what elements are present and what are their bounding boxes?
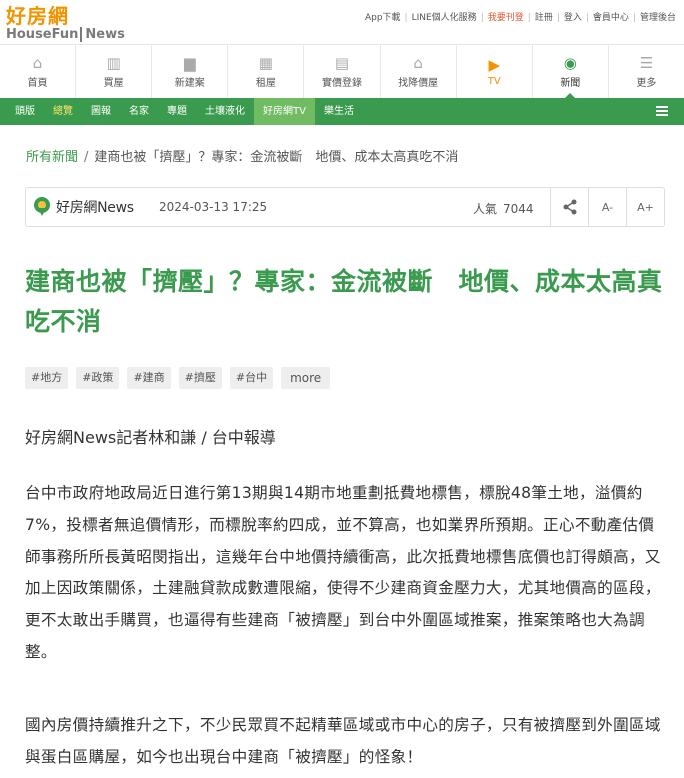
top-links: App下載 | LINE個人化服務 | 我要刊登 | 註冊 | 登入 | 會員中心 | 管理後台 bbox=[364, 13, 676, 23]
more-lines-icon: ☰ bbox=[639, 54, 654, 72]
logo-english: HouseFun News bbox=[6, 27, 125, 42]
article-paragraph: 國內房價持續推升之下，不少民眾買不起精華區域或市中心的房子，只有被擠壓到外圍區域… bbox=[25, 716, 661, 766]
rent-building-icon: ▦ bbox=[258, 54, 273, 72]
views-number: 7044 bbox=[503, 202, 534, 216]
share-icon bbox=[563, 199, 576, 215]
breadcrumb-all-news[interactable]: 所有新聞 bbox=[26, 150, 78, 165]
logo-chinese: 好房網 bbox=[6, 4, 69, 28]
source-name: 好房網News bbox=[56, 200, 134, 216]
site-logo[interactable]: 好房網 HouseFun News bbox=[6, 4, 125, 42]
view-count: 人氣 7044 bbox=[473, 200, 534, 217]
nav-more-label: 更多 bbox=[636, 78, 657, 89]
nav-rent[interactable]: ▦ 租屋 bbox=[228, 45, 305, 98]
toplink-app-download[interactable]: App下載 bbox=[365, 13, 401, 23]
subnav-columnists[interactable]: 名家 bbox=[120, 98, 158, 125]
price-drop-house-icon: ⌂ bbox=[413, 54, 423, 72]
nav-price-drop[interactable]: ⌂ 找降價屋 bbox=[381, 45, 457, 98]
subnav-graphics[interactable]: 圖報 bbox=[82, 98, 120, 125]
toplink-line-service[interactable]: LINE個人化服務 bbox=[412, 13, 477, 23]
buildings-icon: ▆ bbox=[184, 54, 196, 72]
toplink-register[interactable]: 註冊 bbox=[535, 13, 553, 23]
nav-price-register-label: 實價登錄 bbox=[321, 78, 362, 89]
location-pin-icon bbox=[34, 197, 50, 217]
nav-more[interactable]: ☰ 更多 bbox=[609, 45, 684, 98]
subnav-features[interactable]: 專題 bbox=[158, 98, 196, 125]
breadcrumb-separator: / bbox=[84, 150, 89, 165]
subnav-lifestyle[interactable]: 樂生活 bbox=[315, 98, 363, 125]
nav-price-register[interactable]: ▤ 實價登錄 bbox=[304, 45, 381, 98]
font-decrease-button[interactable]: A- bbox=[588, 188, 626, 226]
nav-price-drop-label: 找降價屋 bbox=[398, 78, 439, 89]
toplink-member-center[interactable]: 會員中心 bbox=[593, 13, 629, 23]
subnav-overview[interactable]: 總覽 bbox=[44, 98, 82, 125]
rss-icon: ◉ bbox=[563, 54, 577, 72]
menu-icon[interactable] bbox=[656, 106, 668, 117]
breadcrumb-current: 建商也被「擠壓」？專家：金流被斷 地價、成本太高真吃不消 bbox=[94, 150, 459, 165]
nav-new-projects-label: 新建案 bbox=[174, 78, 205, 89]
article-meta-bar: 好房網News 2024-03-13 17:25 人氣 7044 A- A+ bbox=[25, 187, 665, 227]
nav-rent-label: 租屋 bbox=[255, 78, 276, 89]
nav-news[interactable]: ◉ 新聞 bbox=[533, 45, 609, 99]
sub-nav: 頭版 總覽 圖報 名家 專題 土壤液化 好房網TV 樂生活 bbox=[0, 98, 684, 125]
tag-policy[interactable]: #政策 bbox=[76, 367, 120, 389]
font-increase-button[interactable]: A+ bbox=[626, 188, 664, 226]
subnav-front-page[interactable]: 頭版 bbox=[6, 98, 44, 125]
nav-buy[interactable]: ▥ 買屋 bbox=[76, 45, 153, 98]
tag-taichung[interactable]: #台中 bbox=[229, 367, 274, 389]
toplink-login[interactable]: 登入 bbox=[564, 13, 582, 23]
buy-house-icon: ▥ bbox=[106, 54, 121, 72]
publish-date: 2024-03-13 17:25 bbox=[159, 200, 268, 214]
nav-news-label: 新聞 bbox=[560, 78, 581, 89]
source: 好房網News bbox=[34, 197, 134, 217]
price-register-icon: ▤ bbox=[334, 54, 350, 72]
subnav-soil-liquefaction[interactable]: 土壤液化 bbox=[196, 98, 254, 125]
tag-squeeze[interactable]: #擠壓 bbox=[178, 367, 222, 389]
nav-new-projects[interactable]: ▆ 新建案 bbox=[152, 45, 229, 98]
nav-tv[interactable]: ▶ TV bbox=[457, 45, 533, 98]
views-label: 人氣 bbox=[473, 202, 498, 216]
logo-housefun: HouseFun bbox=[6, 27, 79, 42]
tags-more-button[interactable]: more bbox=[281, 367, 331, 389]
main-nav: ⌂ 首頁 ▥ 買屋 ▆ 新建案 ▦ 租屋 ▤ 實價登錄 ⌂ 找降價屋 ▶ TV ◉ 新聞 ☰ 更多 bbox=[0, 44, 684, 99]
toplink-post-listing[interactable]: 我要刊登 bbox=[488, 13, 524, 23]
subnav-housefun-tv[interactable]: 好房網TV bbox=[254, 98, 315, 125]
nav-tv-label: TV bbox=[487, 76, 501, 87]
top-bar: 好房網 HouseFun News App下載 | LINE個人化服務 | 我要刊登 | 註冊… bbox=[0, 0, 684, 44]
toplink-admin[interactable]: 管理後台 bbox=[640, 13, 676, 23]
breadcrumb: 所有新聞 / 建商也被「擠壓」？專家：金流被斷 地價、成本太高真吃不消 bbox=[26, 146, 458, 165]
nav-home-label: 首頁 bbox=[27, 78, 48, 89]
article-byline: 好房網News記者林和謙 / 台中報導 bbox=[25, 428, 276, 447]
share-button[interactable] bbox=[550, 188, 588, 226]
home-icon: ⌂ bbox=[32, 54, 43, 72]
tag-builder[interactable]: #建商 bbox=[127, 367, 171, 389]
tag-local[interactable]: #地方 bbox=[25, 367, 69, 389]
logo-news: News bbox=[80, 27, 125, 42]
play-icon: ▶ bbox=[488, 56, 500, 74]
nav-home[interactable]: ⌂ 首頁 bbox=[0, 45, 77, 98]
nav-buy-label: 買屋 bbox=[103, 78, 124, 89]
tag-list: #地方 #政策 #建商 #擠壓 #台中 more bbox=[25, 367, 338, 389]
article-title: 建商也被「擠壓」？專家：金流被斷 地價、成本太高真吃不消 bbox=[25, 267, 663, 336]
article-paragraph: 台中市政府地政局近日進行第13期與14期市地重劃抵費地標售，標脫48筆土地，溢價… bbox=[25, 484, 661, 661]
